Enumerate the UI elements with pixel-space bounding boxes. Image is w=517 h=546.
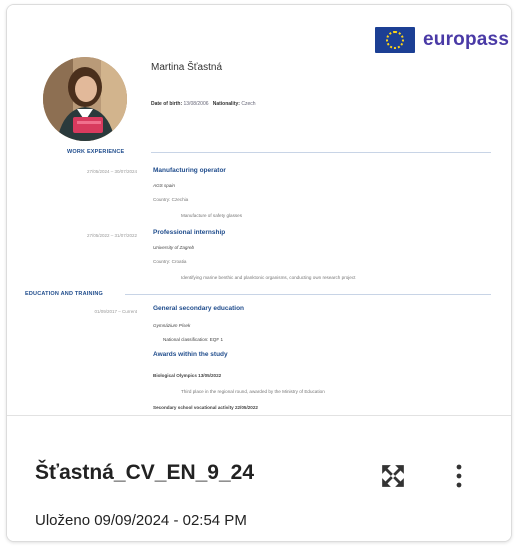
eu-flag-icon [375, 27, 415, 53]
awards-title: Awards within the study [153, 351, 228, 358]
more-vertical-icon [456, 464, 462, 488]
award-1-desc: Third place in the regional round, award… [181, 389, 325, 394]
nationality-value: Czech [241, 101, 256, 107]
award-2: Secondary school vocational activity 22/… [153, 405, 258, 410]
work-item-1-date: 27/05/2024 – 30/07/2024 [86, 169, 137, 174]
work-item-2-title: Professional internship [153, 229, 226, 236]
file-info-panel: Šťastná_CV_EN_9_24 Uloženo 09/09/2024 - … [7, 415, 511, 541]
dob-value: 13/08/2006 [183, 101, 209, 107]
cv-personal-info: Date of birth: 13/08/2006 Nationality: C… [151, 101, 256, 107]
cv-document: europass Martina Šťastná Date of birth: [13, 9, 509, 415]
expand-arrows-icon [382, 465, 404, 487]
europass-wordmark: europass [423, 29, 510, 50]
cv-card[interactable]: europass Martina Šťastná Date of birth: [6, 4, 512, 542]
work-item-1-desc: Manufacture of safety glasses [181, 213, 243, 218]
cv-preview[interactable]: europass Martina Šťastná Date of birth: [7, 5, 511, 415]
section-divider [125, 294, 491, 295]
section-title-work: WORK EXPERIENCE [67, 149, 125, 155]
saved-timestamp: Uloženo 09/09/2024 - 02:54 PM [35, 512, 247, 529]
more-options-button[interactable] [447, 460, 471, 492]
education-school: Gymnázium Písek [153, 323, 191, 328]
work-item-1-country: Country: Czechia [153, 197, 189, 202]
expand-button[interactable] [377, 460, 409, 492]
section-divider [151, 152, 491, 153]
education-title: General secondary education [153, 305, 245, 312]
education-date: 01/09/2017 – Current [94, 309, 137, 314]
europass-logo: europass [375, 27, 509, 53]
work-item-1-employer: AGS spain [153, 183, 175, 188]
dob-label: Date of birth: [151, 101, 183, 107]
work-item-2-country: Country: Croatia [153, 259, 187, 264]
profile-photo [43, 57, 127, 141]
work-item-2-date: 27/05/2022 – 31/07/2022 [86, 233, 137, 238]
award-1: Biological Olympics 13/05/2022 [153, 373, 222, 378]
nationality-label: Nationality: [212, 101, 240, 107]
work-item-2-desc: Identifying marine benthic and planktoni… [181, 275, 356, 280]
file-name[interactable]: Šťastná_CV_EN_9_24 [35, 461, 254, 485]
section-title-education: EDUCATION AND TRAINING [25, 291, 104, 297]
cv-person-name: Martina Šťastná [151, 62, 223, 73]
work-item-2-employer: University of Zagreb [153, 245, 195, 250]
work-item-1-title: Manufacturing operator [153, 167, 226, 174]
education-classification: National classification: EQF 1 [163, 337, 223, 342]
